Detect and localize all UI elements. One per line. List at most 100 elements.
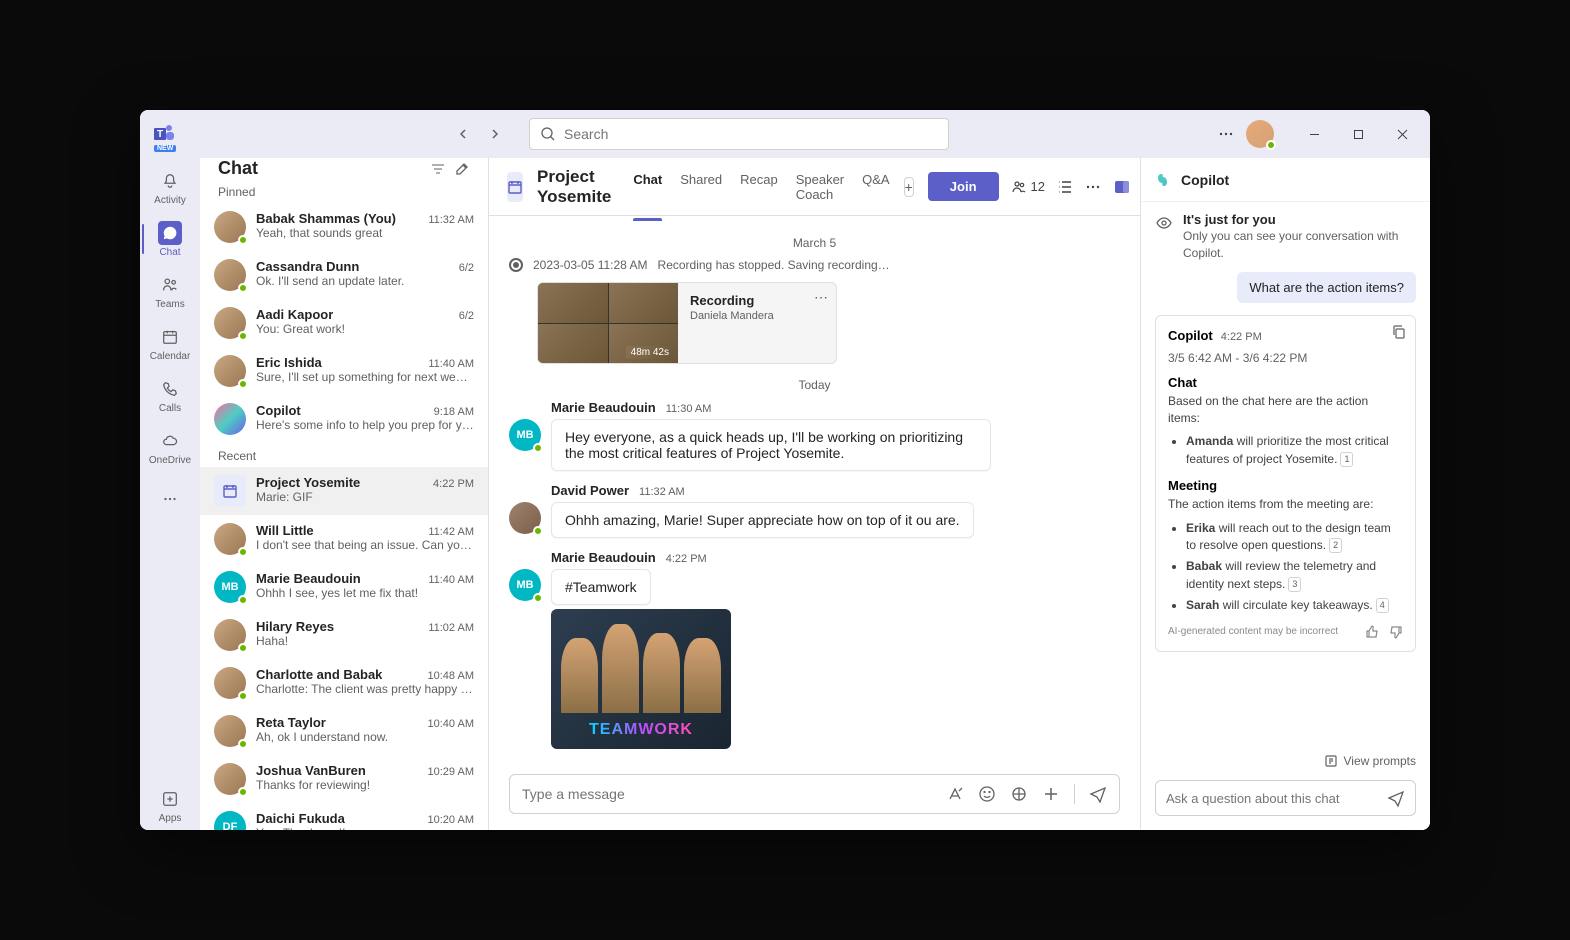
- close-button[interactable]: [1382, 118, 1422, 150]
- nav-back-button[interactable]: [449, 120, 477, 148]
- message-time: 11:32 AM: [639, 486, 685, 498]
- chat-item[interactable]: Cassandra Dunn6/2Ok. I'll send an update…: [200, 251, 488, 299]
- chat-time: 11:40 AM: [428, 574, 474, 586]
- more-icon[interactable]: [1218, 126, 1234, 142]
- chat-name: Babak Shammas (You): [256, 211, 396, 226]
- avatar: [214, 619, 246, 651]
- message-list[interactable]: March 5 2023-03-05 11:28 AM Recording ha…: [489, 216, 1140, 762]
- compose-icon[interactable]: [454, 161, 470, 177]
- tab-recap[interactable]: Recap: [740, 154, 778, 220]
- search-input[interactable]: [564, 126, 938, 142]
- chat-name: Aadi Kapoor: [256, 307, 333, 322]
- app-rail: Activity Chat Teams Calendar Calls OneDr…: [140, 158, 200, 830]
- chat-item[interactable]: Babak Shammas (You)11:32 AMYeah, that so…: [200, 203, 488, 251]
- chat-name: Reta Taylor: [256, 715, 326, 730]
- join-button[interactable]: Join: [928, 172, 999, 201]
- channel-icon: [507, 172, 523, 202]
- chat-item[interactable]: MBMarie Beaudouin11:40 AMOhhh I see, yes…: [200, 563, 488, 611]
- minimize-button[interactable]: [1294, 118, 1334, 150]
- more-icon[interactable]: [1085, 179, 1101, 195]
- filter-icon[interactable]: [430, 161, 446, 177]
- privacy-title: It's just for you: [1183, 212, 1416, 227]
- copilot-input[interactable]: [1166, 791, 1387, 806]
- maximize-button[interactable]: [1338, 118, 1378, 150]
- chat-item[interactable]: Aadi Kapoor6/2You: Great work!: [200, 299, 488, 347]
- rail-calendar[interactable]: Calendar: [142, 318, 198, 368]
- chat-preview: Ok. I'll send an update later.: [256, 274, 474, 288]
- tab-qa[interactable]: Q&A: [862, 154, 889, 220]
- chat-item[interactable]: Copilot9:18 AMHere's some info to help y…: [200, 395, 488, 443]
- rail-teams[interactable]: Teams: [142, 266, 198, 316]
- message: Marie Beaudouin11:30 AMMBHey everyone, a…: [509, 400, 1120, 471]
- chat-item[interactable]: Project Yosemite4:22 PMMarie: GIF: [200, 467, 488, 515]
- reference-badge[interactable]: 3: [1288, 577, 1301, 592]
- view-prompts-button[interactable]: View prompts: [1141, 746, 1430, 776]
- rail-onedrive[interactable]: OneDrive: [142, 422, 198, 472]
- reference-badge[interactable]: 4: [1376, 598, 1389, 613]
- copilot-meeting-section: Meeting: [1168, 478, 1403, 493]
- add-tab-button[interactable]: +: [904, 177, 914, 197]
- reference-badge[interactable]: 2: [1329, 538, 1342, 553]
- participants-count[interactable]: 12: [1011, 179, 1045, 195]
- avatar: [214, 715, 246, 747]
- chat-name: Joshua VanBuren: [256, 763, 366, 778]
- tab-chat[interactable]: Chat: [633, 154, 662, 220]
- search-box[interactable]: [529, 118, 949, 150]
- chat-name: Eric Ishida: [256, 355, 322, 370]
- teams-icon: [161, 276, 179, 294]
- chat-item[interactable]: Reta Taylor10:40 AMAh, ok I understand n…: [200, 707, 488, 755]
- avatar: [509, 502, 541, 534]
- format-icon[interactable]: [946, 785, 964, 803]
- send-icon[interactable]: [1387, 789, 1405, 807]
- gif-attachment[interactable]: TEAMWORK: [551, 609, 731, 749]
- chat-preview: You: Thank you!!: [256, 826, 474, 830]
- copilot-chat-section: Chat: [1168, 375, 1403, 390]
- thumbs-down-icon[interactable]: [1389, 625, 1403, 639]
- chat-preview: Marie: GIF: [256, 490, 474, 504]
- chat-item[interactable]: DFDaichi Fukuda10:20 AMYou: Thank you!!: [200, 803, 488, 830]
- emoji-icon[interactable]: [978, 785, 996, 803]
- recording-author: Daniela Mandera: [690, 310, 824, 322]
- rail-apps[interactable]: Apps: [142, 780, 198, 830]
- chat-name: Charlotte and Babak: [256, 667, 382, 682]
- thumbs-up-icon[interactable]: [1365, 625, 1379, 639]
- chat-preview: You: Great work!: [256, 322, 474, 336]
- loop-icon[interactable]: [1010, 785, 1028, 803]
- compose-input[interactable]: [522, 786, 936, 802]
- chat-item[interactable]: Joshua VanBuren10:29 AMThanks for review…: [200, 755, 488, 803]
- chat-time: 10:20 AM: [428, 814, 474, 826]
- chat-item[interactable]: Hilary Reyes11:02 AMHaha!: [200, 611, 488, 659]
- conversation-header: Project Yosemite Chat Shared Recap Speak…: [489, 158, 1140, 216]
- list-icon[interactable]: [1057, 179, 1073, 195]
- chat-item[interactable]: Will Little11:42 AMI don't see that bein…: [200, 515, 488, 563]
- search-icon: [540, 126, 556, 142]
- chat-time: 11:02 AM: [428, 622, 474, 634]
- avatar: [214, 355, 246, 387]
- rail-activity[interactable]: Activity: [142, 162, 198, 212]
- chat-name: Daichi Fukuda: [256, 811, 345, 826]
- more-icon: [161, 490, 179, 508]
- rail-calls[interactable]: Calls: [142, 370, 198, 420]
- recording-card[interactable]: 48m 42s Recording Daniela Mandera ⋯: [537, 282, 837, 364]
- avatar: MB: [509, 419, 541, 451]
- rail-chat[interactable]: Chat: [142, 214, 198, 264]
- copy-icon[interactable]: [1391, 324, 1407, 340]
- section-pinned: Pinned: [200, 179, 488, 203]
- message-text: #Teamwork: [551, 569, 651, 605]
- copilot-toggle-icon[interactable]: [1113, 178, 1131, 196]
- tab-shared[interactable]: Shared: [680, 154, 722, 220]
- rail-more[interactable]: [142, 474, 198, 524]
- user-avatar[interactable]: [1246, 120, 1274, 148]
- send-icon[interactable]: [1089, 785, 1107, 803]
- date-separator: Today: [509, 378, 1120, 392]
- tab-speaker-coach[interactable]: Speaker Coach: [796, 154, 844, 220]
- nav-forward-button[interactable]: [481, 120, 509, 148]
- reference-badge[interactable]: 1: [1340, 452, 1353, 467]
- plus-icon[interactable]: [1042, 785, 1060, 803]
- recording-more[interactable]: ⋯: [814, 289, 828, 306]
- chat-time: 9:18 AM: [434, 406, 474, 418]
- chat-item[interactable]: Charlotte and Babak10:48 AMCharlotte: Th…: [200, 659, 488, 707]
- chat-preview: Ah, ok I understand now.: [256, 730, 474, 744]
- copilot-daterange: 3/5 6:42 AM - 3/6 4:22 PM: [1168, 351, 1403, 365]
- chat-item[interactable]: Eric Ishida11:40 AMSure, I'll set up som…: [200, 347, 488, 395]
